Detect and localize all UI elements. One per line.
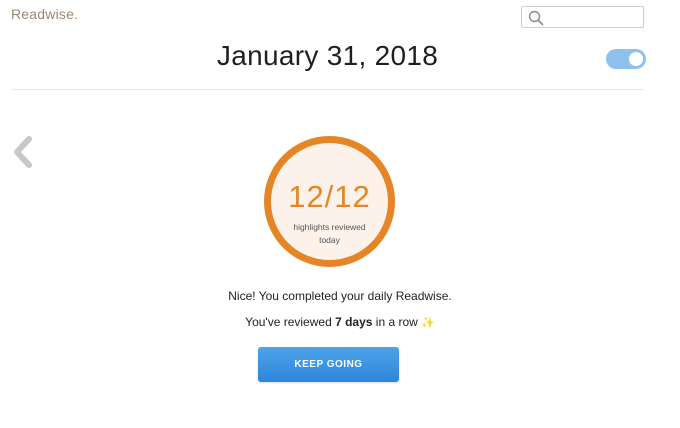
readwise-logo[interactable]: Readwise. <box>11 6 78 22</box>
search-input[interactable] <box>521 6 644 28</box>
keep-going-button[interactable]: KEEP GOING <box>258 347 399 382</box>
sparkle-icon: ✨ <box>421 317 435 329</box>
progress-label: highlights reviewed today <box>293 222 366 245</box>
streak-suffix: in a row <box>372 315 422 329</box>
streak-message: You've reviewed 7 days in a row ✨ <box>0 315 680 329</box>
toggle-knob <box>629 52 643 66</box>
streak-days: 7 days <box>335 315 373 329</box>
completion-message: Nice! You completed your daily Readwise. <box>228 289 452 303</box>
progress-count: 12/12 <box>288 179 371 214</box>
previous-day-button[interactable] <box>12 136 34 168</box>
progress-ring: 12/12 highlights reviewed today <box>264 136 395 267</box>
streak-prefix: You've reviewed <box>245 315 336 329</box>
page-title: January 31, 2018 <box>216 40 439 71</box>
search-icon <box>528 10 544 26</box>
header-divider <box>11 89 644 90</box>
chevron-left-icon <box>14 136 32 168</box>
view-toggle[interactable] <box>606 49 646 69</box>
